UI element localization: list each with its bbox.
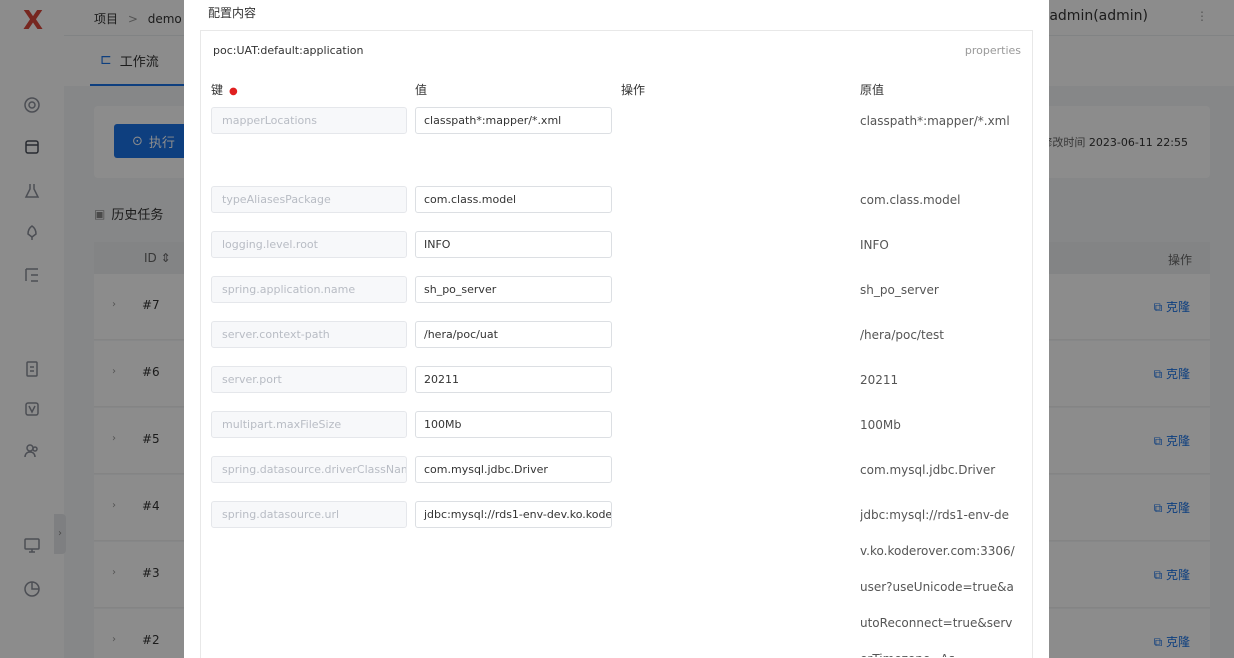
value-input[interactable]: 20211 [415, 366, 612, 393]
orig-value: jdbc:mysql://rds1-env-dev.ko.koderover.c… [860, 508, 1015, 657]
value-input[interactable]: jdbc:mysql://rds1-env-dev.ko.koderover.c… [415, 501, 612, 528]
col-key-header: 键 ● [211, 83, 238, 97]
value-input[interactable]: /hera/poc/uat [415, 321, 612, 348]
col-value-header: 值 [415, 83, 428, 97]
required-dot-icon: ● [229, 86, 238, 97]
key-field: server.context-path [211, 321, 407, 348]
config-file-name: poc:UAT:default:application [213, 44, 364, 57]
value-input[interactable]: classpath*:mapper/*.xml [415, 107, 612, 134]
key-field: typeAliasesPackage [211, 186, 407, 213]
orig-value: classpath*:mapper/*.xml [860, 114, 1010, 128]
value-input[interactable]: 100Mb [415, 411, 612, 438]
orig-value: 20211 [860, 373, 899, 387]
value-input[interactable]: com.mysql.jdbc.Driver [415, 456, 612, 483]
key-field: spring.application.name [211, 276, 407, 303]
key-field: spring.datasource.driverClassName [211, 456, 407, 483]
orig-value: INFO [860, 238, 889, 252]
orig-value: /hera/poc/test [860, 328, 945, 342]
value-input[interactable]: INFO [415, 231, 612, 258]
value-input[interactable]: com.class.model [415, 186, 612, 213]
key-field: spring.datasource.url [211, 501, 407, 528]
orig-value: com.mysql.jdbc.Driver [860, 463, 996, 477]
orig-value: 100Mb [860, 418, 901, 432]
key-field: mapperLocations [211, 107, 407, 134]
config-file-type: properties [964, 44, 1021, 57]
orig-value: com.class.model [860, 193, 961, 207]
col-ops-header: 操作 [621, 83, 646, 97]
orig-value: sh_po_server [860, 283, 939, 297]
config-panel: poc:UAT:default:application properties 键… [200, 30, 1033, 658]
value-input[interactable]: sh_po_server [415, 276, 612, 303]
key-field: multipart.maxFileSize [211, 411, 407, 438]
col-orig-header: 原值 [860, 83, 885, 97]
key-field: server.port [211, 366, 407, 393]
drawer-title: 配置内容 [208, 6, 257, 20]
key-field: logging.level.root [211, 231, 407, 258]
config-drawer: 配置内容 poc:UAT:default:application propert… [184, 0, 1049, 658]
